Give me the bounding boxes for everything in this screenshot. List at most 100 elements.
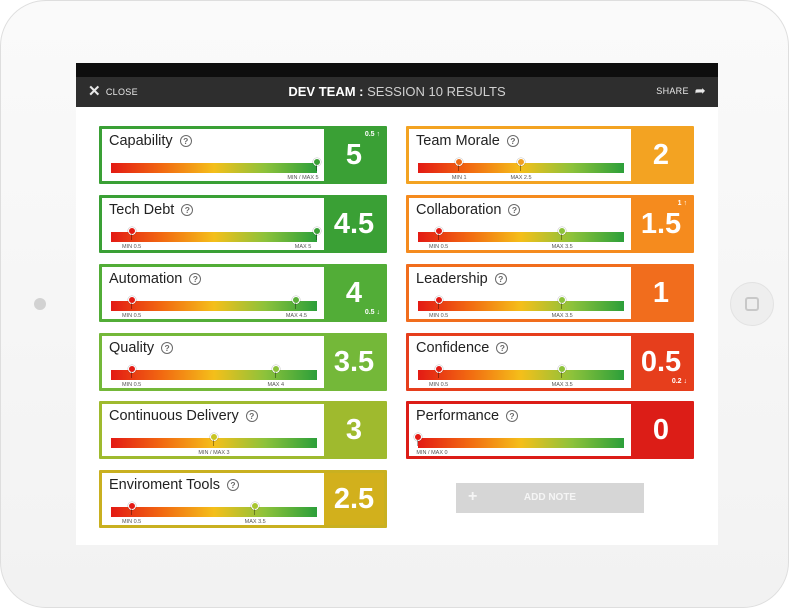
trend-down-value: 0.2 [671,378,682,385]
range-bar: MIN 0.5 MAX 4.5 [111,296,317,319]
score-value: 3 [345,414,363,446]
help-icon[interactable]: ? [245,410,258,422]
status-strip [76,63,718,77]
help-icon[interactable]: ? [181,204,194,216]
range-marker [558,365,567,378]
range-marker [313,158,321,171]
title-separator: : [359,84,364,99]
help-icon[interactable]: ? [506,410,519,422]
metric-score: 4.5 [324,198,384,250]
metric-name: Enviroment Tools [109,477,220,493]
metric-card[interactable]: Team Morale? MIN 1 MAX 2.5 2 [406,126,694,184]
metric-card[interactable]: Collaboration? MIN 0.5 MAX 3.5 1.5 1 ↑ [406,195,694,253]
metric-card[interactable]: Automation? MIN 0.5 MAX 4.5 4 0.5 ↓ [99,264,387,322]
range-tick-label: MAX 5 [294,244,312,250]
range-marker [558,296,567,309]
range-marker [210,433,218,446]
range-marker [455,158,464,171]
help-icon[interactable]: ? [179,135,192,147]
metric-name: Team Morale [416,133,500,149]
range-bar: MIN / MAX 0 [414,433,624,456]
add-note-button[interactable]: + ADD NOTE [456,483,644,513]
metric-card[interactable]: Quality? MIN 0.5 MAX 4 3.5 [99,333,387,391]
help-icon[interactable]: ? [189,273,202,285]
range-marker [127,227,136,240]
range-tick-label: MIN 0.5 [428,313,449,319]
metric-card[interactable]: Tech Debt? MIN 0.5 MAX 5 4.5 [99,195,387,253]
camera-dot [34,298,46,310]
range-bar: MIN 0.5 MAX 3.5 [418,227,624,250]
range-tick-label: MIN 1 [451,175,467,181]
metric-score: 5 0.5 ↑ [324,129,384,181]
metric-card[interactable]: Capability? MIN / MAX 5 5 0.5 ↑ [99,126,387,184]
metric-score: 2.5 [324,473,384,525]
range-bar: MIN 0.5 MAX 5 [111,227,321,250]
trend-down-indicator: 0.5 ↓ [365,309,380,317]
metric-name: Collaboration [416,202,502,218]
top-nav-bar: ✕ CLOSE DEV TEAM : SESSION 10 RESULTS SH… [76,77,718,107]
range-tick-label: MAX 3.5 [551,382,573,388]
metric-name: Capability [109,133,173,149]
help-icon[interactable]: ? [494,273,507,285]
score-value: 2 [652,139,670,171]
range-marker [251,502,260,515]
add-note-label: ADD NOTE [523,492,577,503]
range-marker [127,296,136,309]
range-tick-label: MIN 0.5 [428,244,449,250]
metric-score: 1 [631,267,691,319]
share-arrow-icon: ➦ [694,83,706,98]
help-icon[interactable]: ? [496,342,509,354]
metric-label-row: Performance? [416,408,519,424]
range-marker [558,227,567,240]
help-icon[interactable]: ? [506,135,519,147]
score-value: 2.5 [333,483,375,515]
range-bar: MIN 0.5 MAX 3.5 [418,296,624,319]
range-tick-label: MAX 4.5 [285,313,307,319]
metric-name: Tech Debt [109,202,175,218]
metric-score: 3.5 [324,336,384,388]
page-title: DEV TEAM : SESSION 10 RESULTS [76,84,718,99]
arrow-up-icon: ↑ [374,131,380,138]
session-title: SESSION 10 RESULTS [367,84,506,99]
metric-card[interactable]: Performance? MIN / MAX 0 0 [406,401,694,459]
metric-card[interactable]: Confidence? MIN 0.5 MAX 3.5 0.5 0.2 ↓ [406,333,694,391]
metric-label-row: Automation? [109,271,202,287]
metric-card[interactable]: Enviroment Tools? MIN 0.5 MAX 3.5 2.5 [99,470,387,528]
range-bar: MIN 0.5 MAX 3.5 [111,502,317,525]
range-bar: MIN 0.5 MAX 3.5 [418,365,624,388]
metric-label-row: Tech Debt? [109,202,194,218]
score-value: 1.5 [640,208,682,240]
metric-name: Performance [416,408,500,424]
trend-up-indicator: 0.5 ↑ [365,131,380,139]
home-button-icon [745,297,759,311]
share-button[interactable]: SHARE ➦ [656,83,706,98]
metric-label-row: Collaboration? [416,202,521,218]
tablet-frame: ✕ CLOSE DEV TEAM : SESSION 10 RESULTS SH… [0,0,789,608]
range-tick-label: MAX 2.5 [510,175,532,181]
metric-name: Automation [109,271,183,287]
home-button[interactable] [730,282,774,326]
help-icon[interactable]: ? [161,342,174,354]
range-tick-label: MAX 3.5 [551,244,573,250]
metric-card[interactable]: Continuous Delivery? MIN / MAX 3 3 [99,401,387,459]
trend-down-value: 0.5 [364,309,375,316]
range-marker [313,227,321,240]
metric-label-row: Enviroment Tools? [109,477,239,493]
trend-up-value: 0.5 [364,131,375,138]
score-value: 4 [345,277,363,309]
range-tick-label: MIN 0.5 [121,244,142,250]
arrow-down-icon: ↓ [374,309,380,316]
range-tick-label: MIN 0.5 [428,382,449,388]
range-tick-label: MAX 3.5 [551,313,573,319]
metric-name: Continuous Delivery [109,408,239,424]
help-icon[interactable]: ? [226,479,239,491]
score-value: 1 [652,277,670,309]
help-icon[interactable]: ? [508,204,521,216]
range-marker [517,158,525,171]
metric-card[interactable]: Leadership? MIN 0.5 MAX 3.5 1 [406,264,694,322]
trend-down-indicator: 0.2 ↓ [672,378,687,386]
metric-name: Leadership [416,271,488,287]
range-marker [127,502,136,515]
score-value: 5 [345,139,363,171]
range-bar: MIN / MAX 3 [111,433,317,456]
